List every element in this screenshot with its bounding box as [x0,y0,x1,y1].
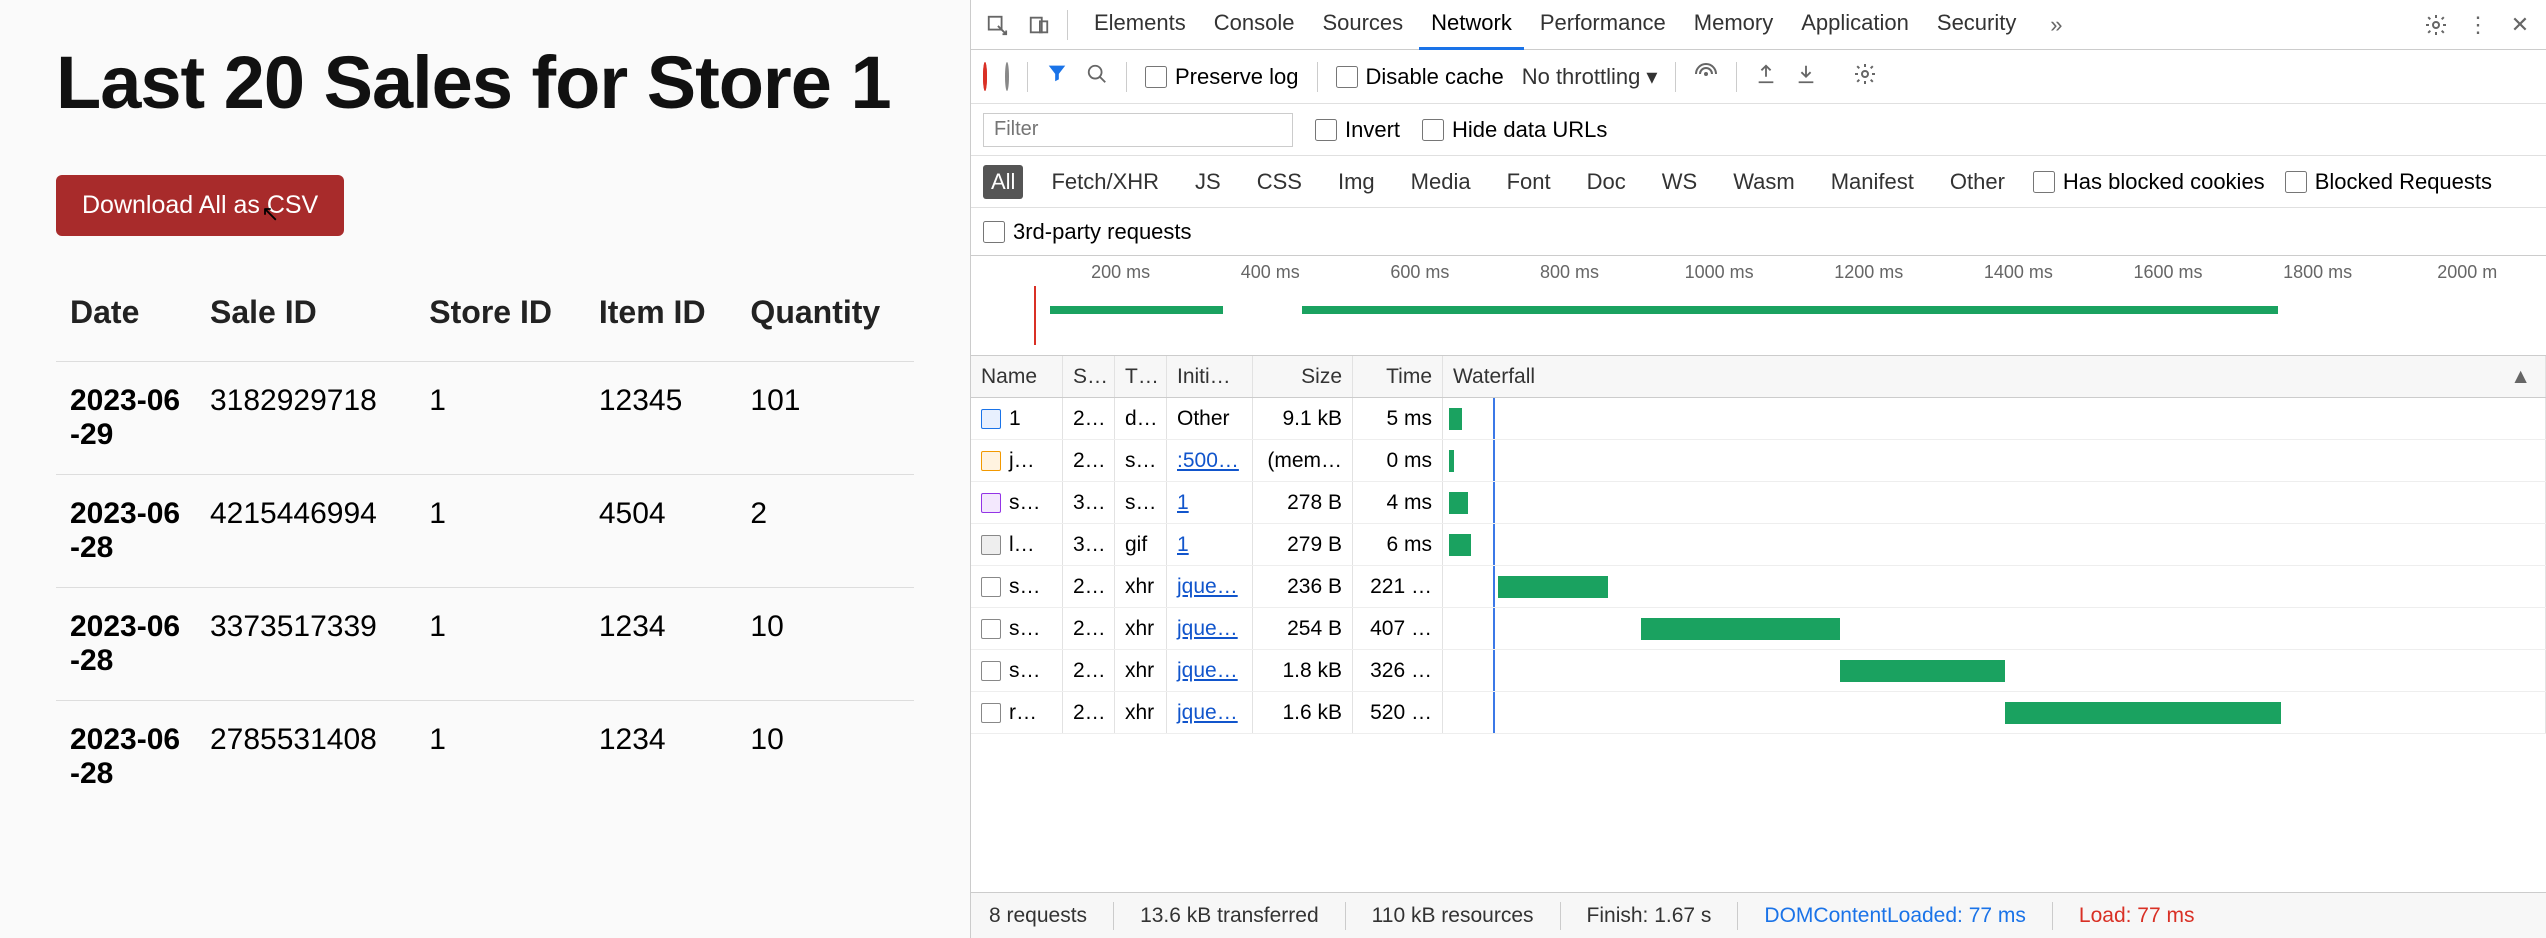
table-header: Date [56,276,196,362]
request-grid-header: NameS…T…Initi…SizeTimeWaterfall▲ [971,356,2546,398]
table-row: 2023-06-2827855314081123410 [56,701,914,814]
kebab-menu-icon[interactable]: ⋮ [2464,11,2492,39]
request-row[interactable]: s…2…xhrjque…236 B221 … [971,566,2546,608]
table-row: 2023-06-2833735173391123410 [56,588,914,701]
request-row[interactable]: r…2…xhrjque…1.6 kB520 … [971,692,2546,734]
status-transferred: 13.6 kB transferred [1140,904,1319,928]
third-party-checkbox[interactable]: 3rd-party requests [983,219,1192,245]
network-settings-gear-icon[interactable] [1853,62,1877,92]
tab-memory[interactable]: Memory [1682,0,1785,50]
search-icon[interactable] [1086,63,1108,91]
file-type-icon [981,493,1001,513]
file-type-icon [981,661,1001,681]
tab-security[interactable]: Security [1925,0,2028,50]
status-finish: Finish: 1.67 s [1587,904,1712,928]
grid-column-header[interactable]: Initi… [1167,356,1253,397]
type-filter[interactable]: Font [1499,165,1559,199]
status-requests: 8 requests [989,904,1087,928]
network-conditions-icon[interactable] [1694,62,1718,92]
file-type-icon [981,409,1001,429]
timeline-overview[interactable]: 200 ms400 ms600 ms800 ms1000 ms1200 ms14… [971,256,2546,356]
grid-column-header[interactable]: Waterfall▲ [1443,356,2546,397]
overview-redline [1034,286,1036,345]
status-resources: 110 kB resources [1372,904,1534,928]
status-dcl: DOMContentLoaded: 77 ms [1764,904,2025,928]
tab-application[interactable]: Application [1789,0,1921,50]
device-toggle-icon[interactable] [1025,11,1053,39]
table-header: Quantity [736,276,914,362]
type-filter[interactable]: Other [1942,165,2013,199]
request-row[interactable]: j…2…s…:500…(mem…0 ms [971,440,2546,482]
page-title: Last 20 Sales for Store 1 [56,40,914,125]
tab-elements[interactable]: Elements [1082,0,1198,50]
throttling-select[interactable]: No throttling▾ [1522,64,1658,90]
record-button[interactable] [983,64,987,90]
type-filter[interactable]: Img [1330,165,1383,199]
download-csv-button[interactable]: Download All as CSV [56,175,344,236]
tab-performance[interactable]: Performance [1528,0,1678,50]
grid-column-header[interactable]: S… [1063,356,1115,397]
request-row[interactable]: s…3…s…1278 B4 ms [971,482,2546,524]
sales-table: DateSale IDStore IDItem IDQuantity 2023-… [56,276,914,813]
filter-bar: Invert Hide data URLs [971,104,2546,156]
grid-column-header[interactable]: Time [1353,356,1443,397]
preserve-log-checkbox[interactable]: Preserve log [1145,64,1299,90]
tab-network[interactable]: Network [1419,0,1524,50]
disable-cache-checkbox[interactable]: Disable cache [1336,64,1504,90]
file-type-icon [981,619,1001,639]
grid-column-header[interactable]: T… [1115,356,1167,397]
table-header: Item ID [585,276,737,362]
tab-console[interactable]: Console [1202,0,1307,50]
type-filter[interactable]: CSS [1249,165,1310,199]
file-type-icon [981,535,1001,555]
table-header: Sale ID [196,276,415,362]
page-content: Last 20 Sales for Store 1 Download All a… [0,0,970,938]
download-icon[interactable] [1795,63,1817,91]
devtools-panel: ElementsConsoleSourcesNetworkPerformance… [970,0,2546,938]
status-load: Load: 77 ms [2079,904,2195,928]
type-filter[interactable]: Fetch/XHR [1043,165,1167,199]
type-filter[interactable]: WS [1654,165,1705,199]
upload-icon[interactable] [1755,63,1777,91]
devtools-tabs: ElementsConsoleSourcesNetworkPerformance… [971,0,2546,50]
grid-column-header[interactable]: Size [1253,356,1353,397]
close-devtools-icon[interactable]: ✕ [2506,11,2534,39]
invert-checkbox[interactable]: Invert [1315,117,1400,143]
type-filter[interactable]: Doc [1579,165,1634,199]
tab-sources[interactable]: Sources [1310,0,1415,50]
file-type-icon [981,451,1001,471]
network-toolbar: Preserve log Disable cache No throttling… [971,50,2546,104]
request-row[interactable]: l…3…gif1279 B6 ms [971,524,2546,566]
table-row: 2023-06-284215446994145042 [56,475,914,588]
table-header: Store ID [415,276,585,362]
request-row[interactable]: 12…d…Other9.1 kB5 ms [971,398,2546,440]
type-filter-bar: All Fetch/XHR JS CSS Img Media Font Doc WS Wasm Ma… [971,156,2546,208]
settings-gear-icon[interactable] [2422,11,2450,39]
more-tabs-icon[interactable]: » [2042,11,2070,39]
grid-column-header[interactable]: Name [971,356,1063,397]
filter-input[interactable] [983,113,1293,147]
request-row[interactable]: s…2…xhrjque…254 B407 … [971,608,2546,650]
clear-button[interactable] [1005,64,1009,90]
type-filter[interactable]: Manifest [1823,165,1922,199]
third-party-row: 3rd-party requests [971,208,2546,256]
filter-toggle-icon[interactable] [1046,62,1068,91]
type-filter[interactable]: All [983,165,1023,199]
status-bar: 8 requests 13.6 kB transferred 110 kB re… [971,892,2546,938]
request-grid-body: 12…d…Other9.1 kB5 msj…2…s…:500…(mem…0 ms… [971,398,2546,892]
blocked-cookies-checkbox[interactable]: Has blocked cookies [2033,169,2265,195]
request-row[interactable]: s…2…xhrjque…1.8 kB326 … [971,650,2546,692]
type-filter[interactable]: JS [1187,165,1229,199]
blocked-requests-checkbox[interactable]: Blocked Requests [2285,169,2492,195]
file-type-icon [981,703,1001,723]
hide-data-urls-checkbox[interactable]: Hide data URLs [1422,117,1607,143]
table-row: 2023-06-293182929718112345101 [56,362,914,475]
file-type-icon [981,577,1001,597]
inspect-icon[interactable] [983,11,1011,39]
type-filter[interactable]: Media [1403,165,1479,199]
type-filter[interactable]: Wasm [1725,165,1803,199]
